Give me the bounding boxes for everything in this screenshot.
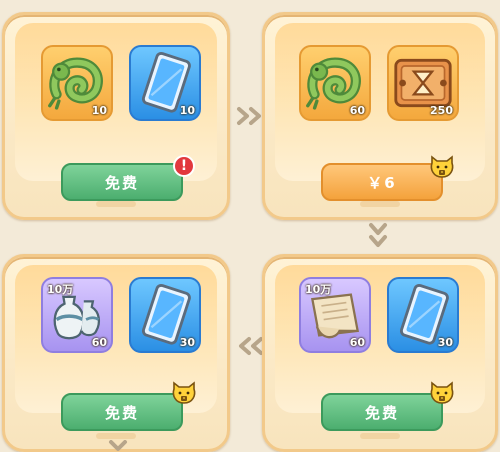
cat-lock-icon: [429, 381, 455, 405]
chevron-left-icon: [239, 337, 263, 355]
reward-card-1: 10 10 免费 !: [2, 12, 230, 220]
item-count: 60: [91, 336, 107, 349]
purchase-button[interactable]: ￥6: [321, 163, 443, 201]
reward-slot[interactable]: 30: [129, 277, 201, 353]
item-tag: 10万: [47, 283, 74, 296]
item-count: 30: [179, 336, 195, 349]
reward-card-4: 10万 60 30 免费: [262, 254, 498, 452]
reward-card-3: 10万 60 30 免费: [2, 254, 230, 452]
item-count: 30: [437, 336, 453, 349]
item-count: 10: [91, 104, 107, 117]
free-claim-button[interactable]: 免费: [61, 393, 183, 431]
chevron-down-icon: [109, 440, 127, 451]
item-count: 60: [349, 104, 365, 117]
free-claim-button[interactable]: 免费: [321, 393, 443, 431]
reward-card-2: 60 250 ￥6: [262, 12, 498, 220]
reward-slot[interactable]: 10万 60: [41, 277, 113, 353]
chevron-down-icon: [369, 223, 387, 247]
item-count: 60: [349, 336, 365, 349]
item-count: 10: [179, 104, 195, 117]
cat-lock-icon: [171, 381, 197, 405]
reward-slot[interactable]: 30: [387, 277, 459, 353]
reward-slot[interactable]: 10: [41, 45, 113, 121]
reward-slot[interactable]: 60: [299, 45, 371, 121]
reward-slot[interactable]: 10: [129, 45, 201, 121]
item-count: 250: [430, 104, 453, 117]
reward-slot[interactable]: 10万 60: [299, 277, 371, 353]
cat-lock-icon: [429, 155, 455, 179]
alert-badge: !: [173, 155, 195, 177]
item-tag: 10万: [305, 283, 332, 296]
free-claim-button[interactable]: 免费: [61, 163, 183, 201]
reward-slot[interactable]: 250: [387, 45, 459, 121]
